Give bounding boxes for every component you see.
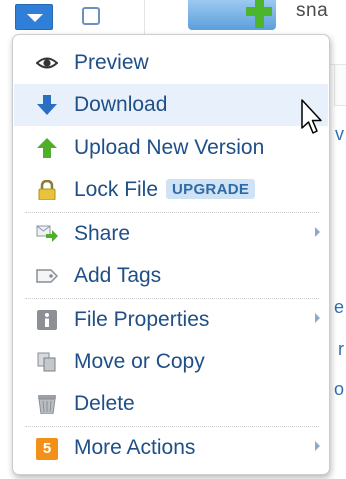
background-text-fragment: v <box>335 124 344 144</box>
submenu-arrow-icon <box>315 227 320 237</box>
menu-item-label: Move or Copy <box>74 350 205 373</box>
add-plus-icon <box>246 0 272 28</box>
mouse-cursor-icon <box>300 98 326 142</box>
row-select-checkbox[interactable] <box>82 7 100 25</box>
row-actions-dropdown-button[interactable] <box>15 4 53 30</box>
lock-file-label: Lock File <box>74 178 159 201</box>
file-row-header: sna <box>0 0 346 34</box>
menu-item-label: More Actions <box>74 436 196 459</box>
background-text-fragment: r <box>338 339 344 359</box>
background-text-fragment: o <box>333 379 344 399</box>
trash-icon <box>36 394 58 415</box>
share-icon <box>36 224 58 244</box>
more-actions-count: 5 <box>36 438 58 460</box>
menu-item-delete[interactable]: Delete <box>14 383 328 425</box>
submenu-arrow-icon <box>315 313 320 323</box>
file-actions-menu: Preview Download Upload New Version Lock… <box>12 34 330 475</box>
file-thumbnail[interactable] <box>188 0 276 30</box>
background-text-fragment: e <box>333 297 344 317</box>
menu-item-add-tags[interactable]: Add Tags <box>14 255 328 297</box>
menu-item-lock-file[interactable]: Lock File UPGRADE <box>14 169 328 211</box>
menu-item-label: Preview <box>74 51 149 74</box>
menu-item-label: Download <box>74 93 168 116</box>
menu-item-move-or-copy[interactable]: Move or Copy <box>14 341 328 383</box>
menu-item-label: Add Tags <box>74 264 162 287</box>
upgrade-badge[interactable]: UPGRADE <box>166 179 256 199</box>
submenu-arrow-icon <box>315 441 320 451</box>
tag-icon <box>36 266 59 286</box>
menu-item-upload-new-version[interactable]: Upload New Version <box>14 127 328 169</box>
download-arrow-icon <box>36 95 58 115</box>
menu-item-label: File Properties <box>74 308 210 331</box>
column-divider <box>144 0 145 34</box>
count-badge-icon: 5 <box>36 438 58 460</box>
upload-arrow-icon <box>36 138 58 158</box>
menu-item-label: Upload New Version <box>74 136 265 159</box>
menu-item-more-actions[interactable]: 5 More Actions <box>14 427 328 469</box>
menu-item-preview[interactable]: Preview <box>14 42 328 84</box>
info-icon <box>36 310 58 330</box>
eye-icon <box>35 53 59 73</box>
copy-icon <box>36 352 58 372</box>
menu-item-share[interactable]: Share <box>14 213 328 255</box>
menu-item-download[interactable]: Download <box>14 84 328 126</box>
menu-item-label: Delete <box>74 392 135 415</box>
caret-down-icon <box>27 14 43 22</box>
menu-item-label: Lock File UPGRADE <box>74 178 256 202</box>
menu-item-label: Share <box>74 222 131 245</box>
lock-icon <box>36 179 58 201</box>
background-column-box <box>334 64 346 106</box>
file-name-link[interactable]: sna <box>296 0 328 22</box>
menu-item-file-properties[interactable]: File Properties <box>14 299 328 341</box>
